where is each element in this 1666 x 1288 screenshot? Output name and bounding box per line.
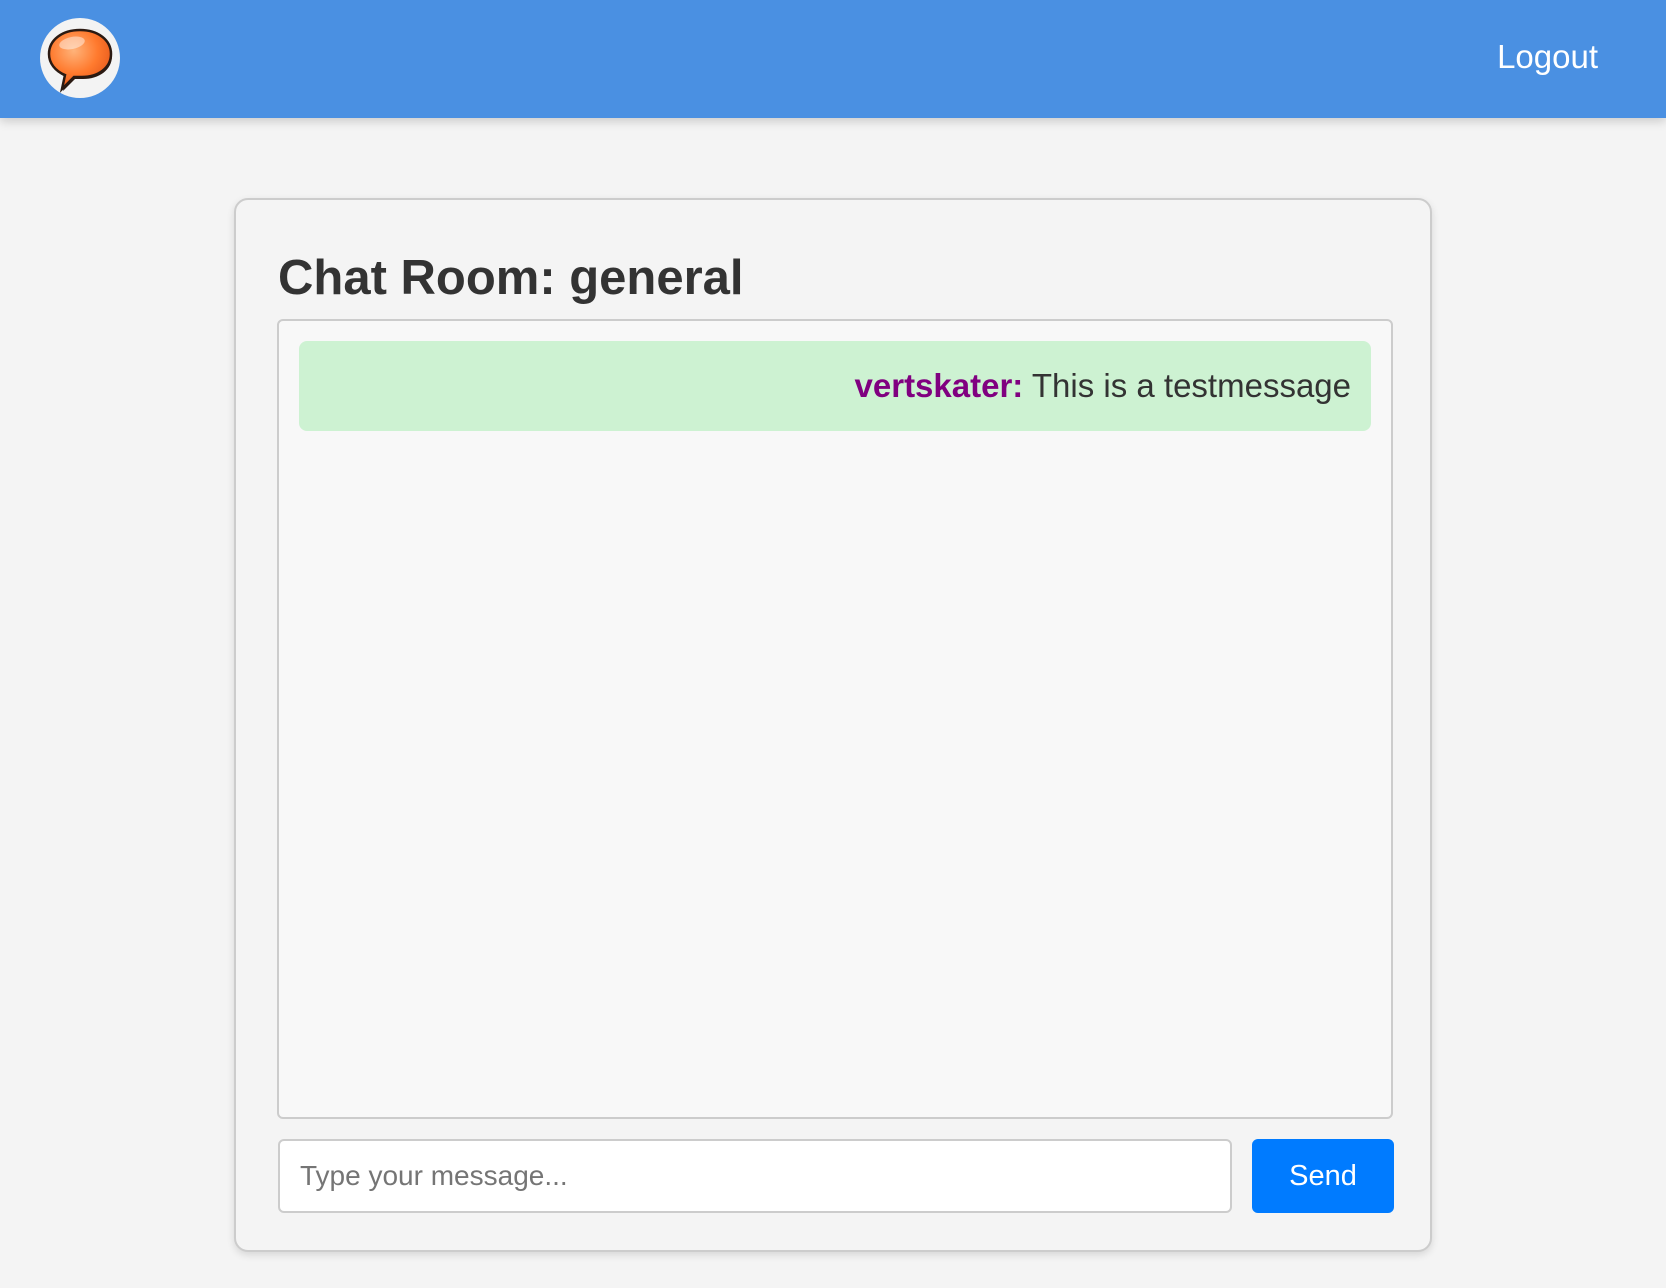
chat-room-title: Chat Room: general <box>278 251 744 305</box>
chat-message: vertskater: This is a testmessage <box>299 341 1371 431</box>
speech-bubble-icon[interactable] <box>40 18 120 98</box>
message-username: vertskater: <box>854 367 1024 404</box>
message-list[interactable]: vertskater: This is a testmessage <box>277 319 1393 1119</box>
chat-card: Chat Room: general vertskater: This is a… <box>234 198 1432 1252</box>
top-navbar: Logout <box>0 0 1666 118</box>
logout-link[interactable]: Logout <box>1497 36 1598 78</box>
message-text: This is a testmessage <box>1031 367 1351 404</box>
logo-graphic <box>47 28 113 93</box>
message-input[interactable] <box>278 1139 1232 1213</box>
send-button[interactable]: Send <box>1252 1139 1394 1213</box>
